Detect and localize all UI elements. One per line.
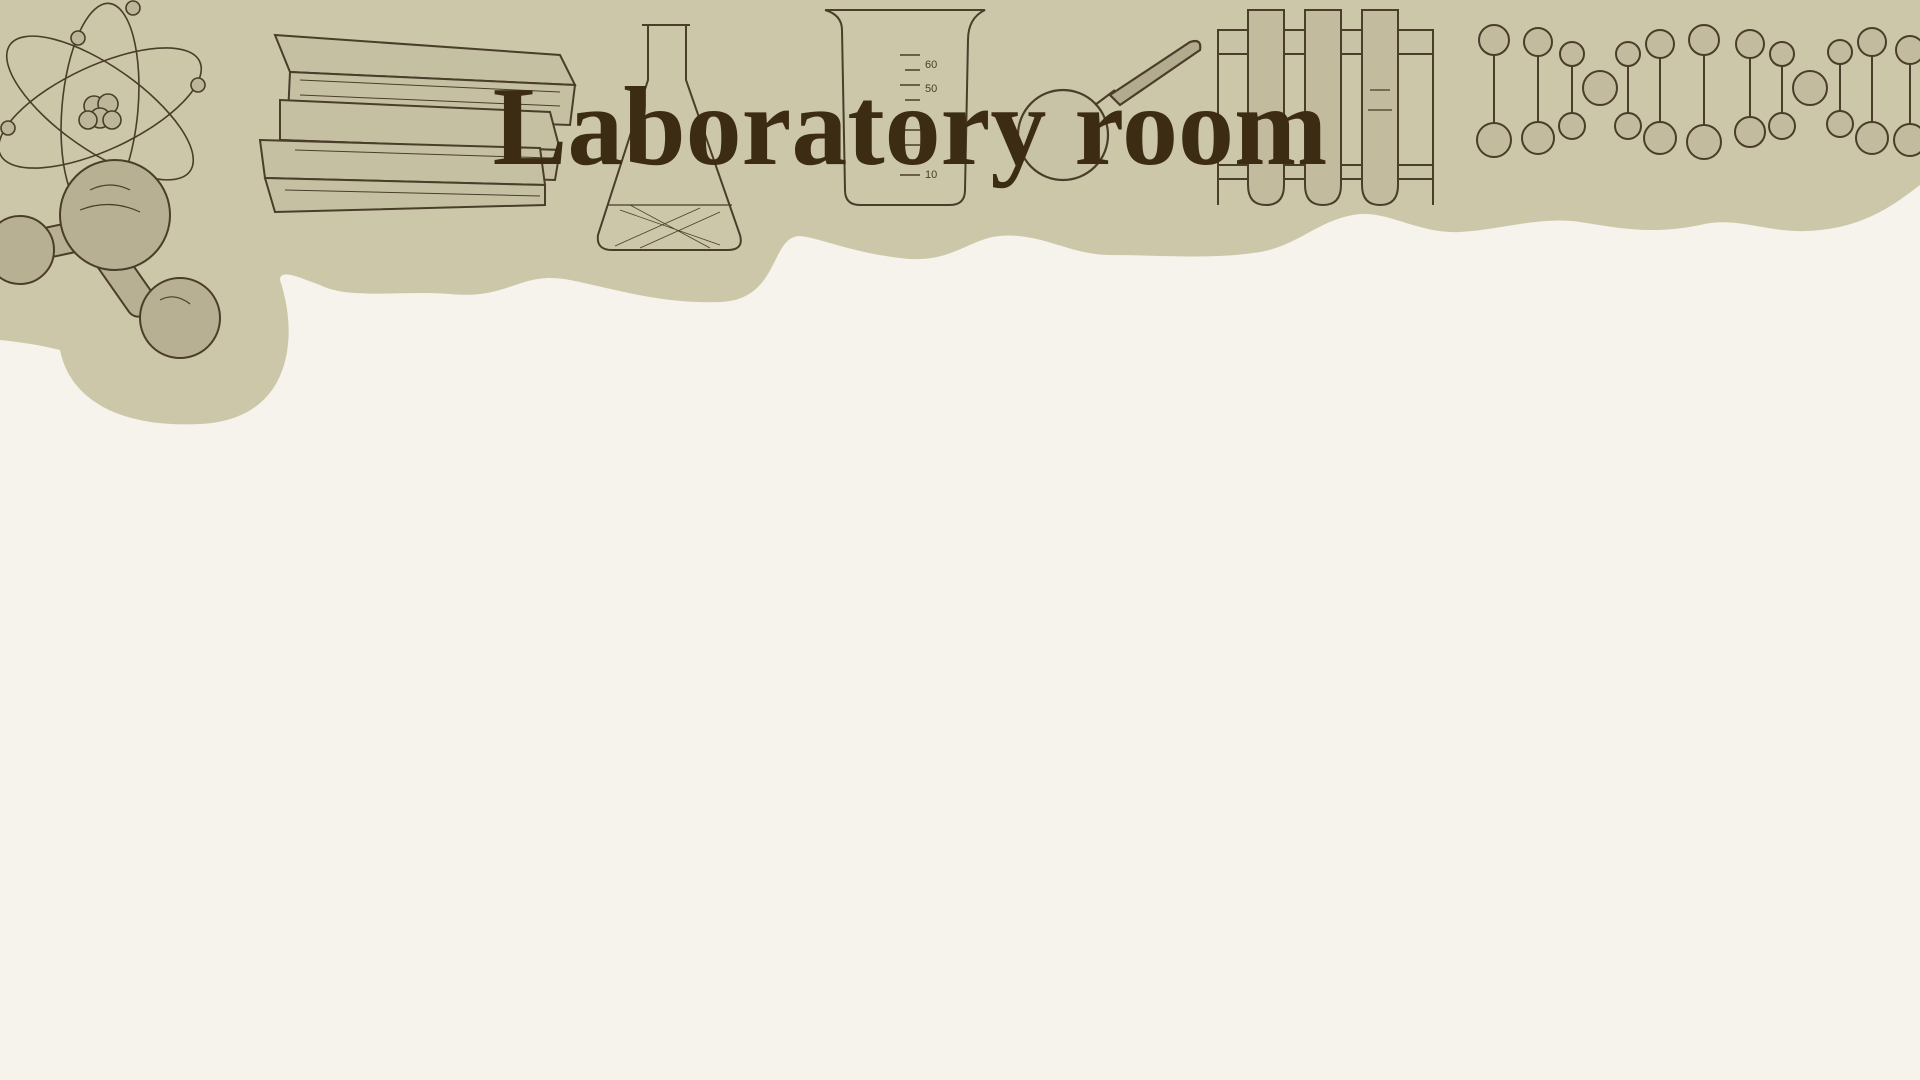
page-title: Laboratory room [492, 65, 1328, 189]
